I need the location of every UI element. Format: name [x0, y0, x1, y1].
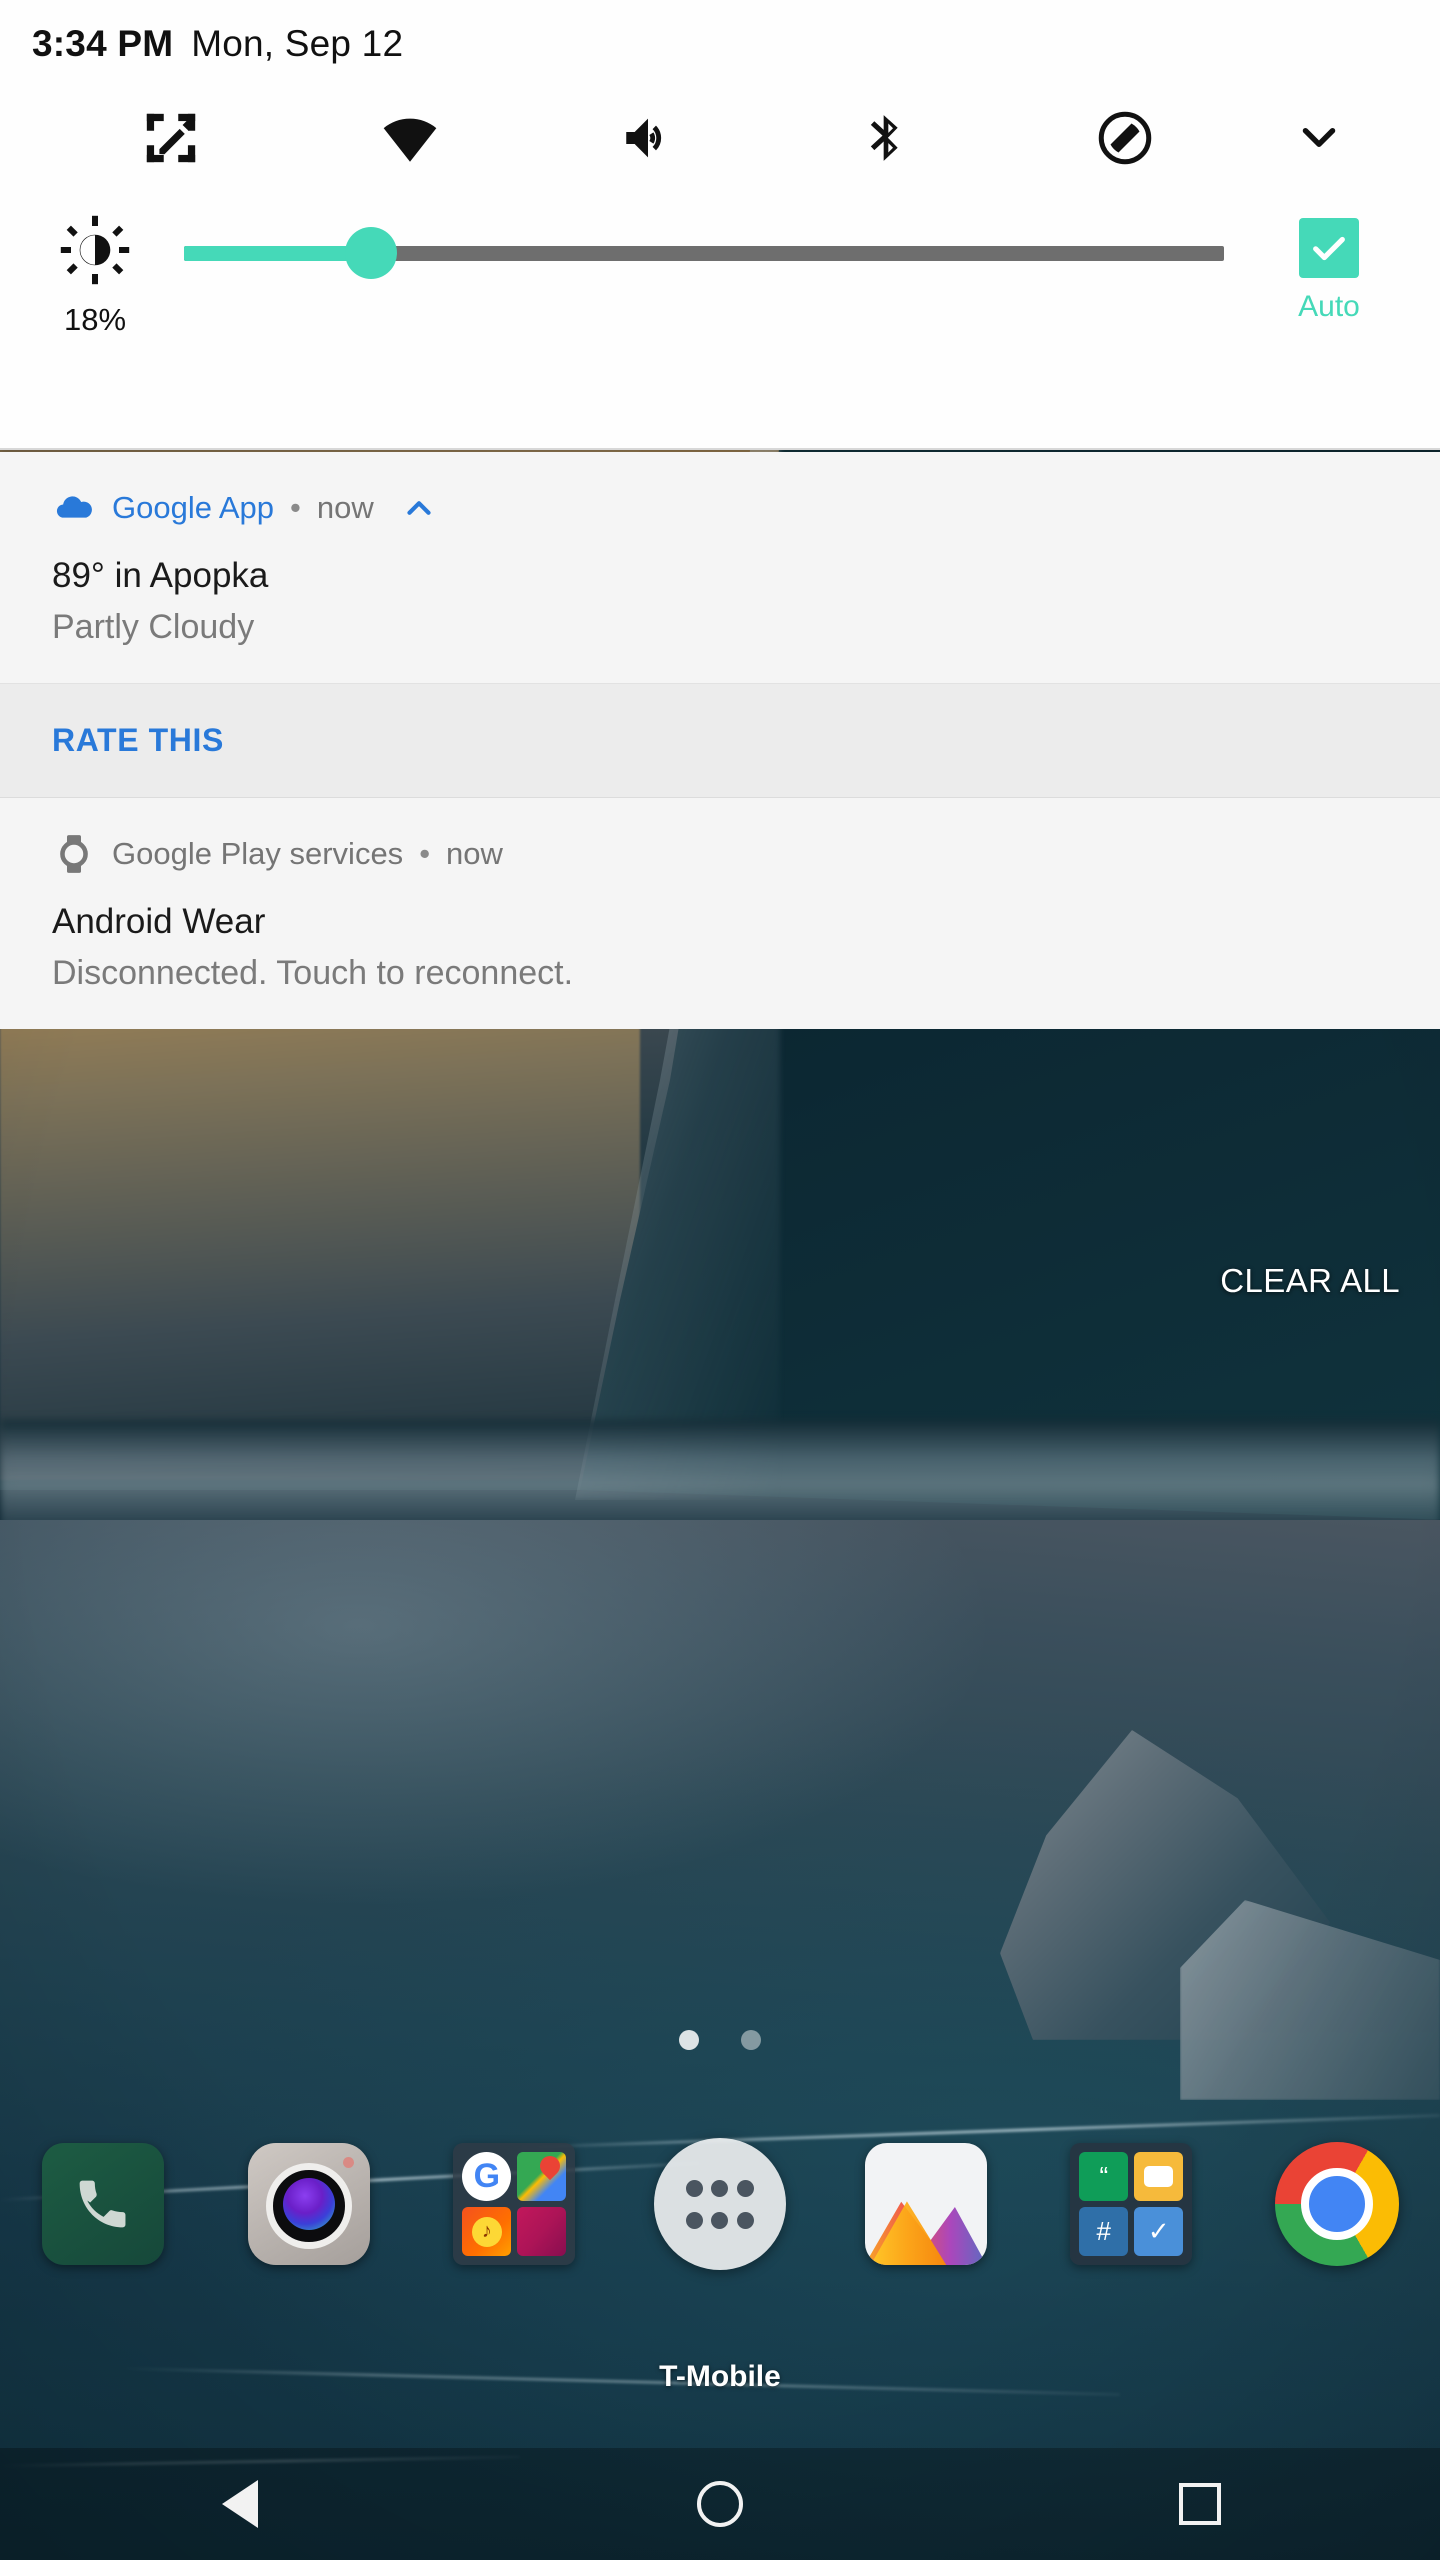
quick-settings-panel: 3:34 PM Mon, Sep 12 18% Auto [0, 0, 1440, 450]
quick-settings-tiles [0, 88, 1440, 188]
dock-item-phone[interactable] [24, 2125, 182, 2283]
status-time: 3:34 PM [32, 23, 174, 64]
notification-header: Google App • now [0, 452, 1440, 530]
notification-time: now [316, 490, 374, 525]
brightness-slider-thumb[interactable] [345, 227, 398, 279]
brightness-row: 18% Auto [0, 188, 1440, 388]
chevron-up-icon[interactable] [400, 489, 438, 527]
notification-android-wear[interactable]: Google Play services • now Android Wear … [0, 798, 1440, 1029]
qs-tile-volume[interactable] [529, 109, 767, 167]
notification-actions: RATE THIS [0, 683, 1440, 797]
panel-divider [0, 448, 1440, 450]
google-icon: G [462, 2152, 512, 2201]
carrier-label: T-Mobile [659, 2360, 781, 2393]
camera-icon [247, 2143, 370, 2265]
clear-all-button[interactable]: CLEAR ALL [1220, 1262, 1400, 1300]
photos-icon [864, 2143, 987, 2265]
qs-tile-screenshot[interactable] [52, 109, 290, 167]
phone-icon [42, 2143, 164, 2265]
notification-time: now [446, 836, 503, 871]
dock-item-app-drawer[interactable] [641, 2125, 799, 2283]
bluetooth-icon [871, 115, 899, 161]
brightness-percent-label: 18% [63, 302, 127, 337]
notification-app-name: Google Play services [112, 836, 404, 871]
hangouts-icon: “ [1079, 2152, 1129, 2201]
brightness-slider-track[interactable] [184, 227, 1224, 279]
cloud-icon [52, 486, 96, 530]
auto-brightness-checkbox[interactable] [1299, 218, 1359, 278]
qs-tile-rotation-lock[interactable] [1006, 108, 1244, 168]
nav-home-button[interactable] [645, 2448, 795, 2560]
play-movies-icon [517, 2207, 567, 2256]
chevron-down-icon [1302, 128, 1336, 147]
dock-item-chrome[interactable] [1258, 2125, 1416, 2283]
notification-google-app[interactable]: Google App • now 89° in Apopka Partly Cl… [0, 452, 1440, 797]
notification-separator: • [419, 836, 431, 871]
notification-app-name: Google App [112, 490, 275, 525]
wifi-icon [383, 118, 436, 162]
folder-icon: “ # ✓ [1070, 2143, 1193, 2265]
camera-lens-glass [282, 2178, 335, 2230]
rotation-lock-icon [1098, 111, 1152, 165]
dock-item-photos[interactable] [847, 2125, 1005, 2283]
auto-brightness-label: Auto [1298, 290, 1360, 323]
messages-icon [1134, 2152, 1184, 2201]
watch-icon [52, 832, 96, 876]
notification-body: Disconnected. Touch to reconnect. [52, 954, 574, 992]
qs-tile-wifi[interactable] [290, 107, 528, 169]
dock-item-google-folder[interactable]: G ♪ [435, 2125, 593, 2283]
rate-this-button[interactable]: RATE THIS [52, 722, 224, 759]
status-date: Mon, Sep 12 [191, 23, 404, 64]
page-dot-2[interactable] [741, 2030, 761, 2050]
brightness-indicator: 18% [36, 214, 154, 338]
maps-icon [517, 2152, 567, 2201]
brightness-slider[interactable] [154, 214, 1254, 322]
dock-item-comm-folder[interactable]: “ # ✓ [1052, 2125, 1210, 2283]
home-circle-icon [697, 2481, 743, 2527]
status-bar: 3:34 PM Mon, Sep 12 [0, 0, 1440, 88]
chrome-icon [1274, 2142, 1399, 2266]
notification-header: Google Play services • now [0, 798, 1440, 876]
brightness-sun-icon [60, 215, 130, 285]
check-icon [1313, 236, 1345, 261]
folder-icon: G ♪ [453, 2143, 576, 2265]
notification-separator: • [290, 490, 301, 525]
play-music-icon: ♪ [462, 2207, 512, 2256]
camera-flash-dot [342, 2157, 354, 2168]
page-indicator [0, 2030, 1440, 2050]
notification-body: Partly Cloudy [52, 608, 255, 646]
recents-square-icon [1179, 2483, 1221, 2525]
slack-icon: # [1079, 2207, 1129, 2256]
page-dot-1[interactable] [679, 2030, 699, 2050]
app-drawer-icon [653, 2138, 786, 2270]
volume-icon [626, 118, 662, 158]
tasks-icon: ✓ [1134, 2207, 1184, 2256]
qs-tile-expand[interactable] [1244, 113, 1394, 163]
nav-recents-button[interactable] [1125, 2448, 1275, 2560]
notification-title: Android Wear [52, 902, 266, 941]
dock: G ♪ “ # ✓ [0, 2125, 1440, 2283]
auto-brightness-toggle[interactable]: Auto [1254, 214, 1404, 324]
dock-item-camera[interactable] [230, 2125, 388, 2283]
screenshot-edit-icon [147, 113, 196, 163]
nav-back-button[interactable] [165, 2448, 315, 2560]
brightness-slider-fill [184, 245, 372, 261]
navigation-bar [0, 2448, 1440, 2560]
notification-stack: Google App • now 89° in Apopka Partly Cl… [0, 452, 1440, 1029]
qs-tile-bluetooth[interactable] [767, 110, 1005, 166]
back-triangle-icon [222, 2480, 258, 2528]
notification-title: 89° in Apopka [52, 556, 269, 595]
